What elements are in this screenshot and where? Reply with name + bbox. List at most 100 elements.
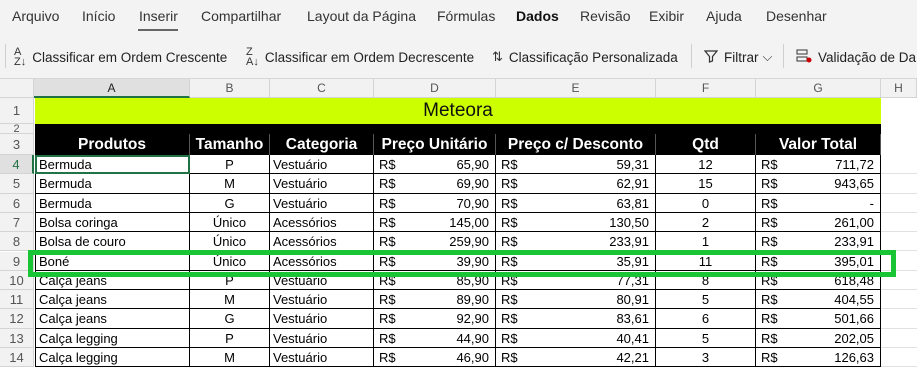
cell-valor-total[interactable]: R$ 501,66 — [756, 309, 881, 329]
cell-produto[interactable]: Bermuda — [35, 193, 190, 213]
header-categoria[interactable]: Categoria — [270, 134, 374, 155]
cell-empty[interactable] — [881, 194, 917, 213]
header-tamanho[interactable]: Tamanho — [190, 134, 270, 155]
cell-preco-unitario[interactable]: R$ 259,90 — [374, 232, 496, 252]
cell-preco-desconto[interactable]: R$ 233,91 — [496, 232, 656, 252]
cell-preco-desconto[interactable]: R$ 63,81 — [496, 193, 656, 213]
column-header-f[interactable]: F — [656, 79, 756, 98]
cell-produto[interactable]: Bolsa coringa — [35, 212, 190, 233]
cell-valor-total[interactable]: R$ 618,48 — [756, 270, 881, 291]
cell-preco-unitario[interactable]: R$ 65,90 — [374, 155, 496, 175]
cell-preco-unitario[interactable]: R$ 39,90 — [374, 251, 496, 271]
cell-qtd[interactable]: 15 — [656, 174, 756, 194]
sheet-title[interactable]: Meteora — [35, 98, 881, 124]
cell-qtd[interactable]: 5 — [656, 328, 756, 348]
row-header[interactable]: 3 — [0, 134, 34, 155]
cell-preco-desconto[interactable]: R$ 40,41 — [496, 328, 656, 348]
column-header-e[interactable]: E — [496, 79, 656, 98]
cell-preco-unitario[interactable]: R$ 145,00 — [374, 212, 496, 233]
cell-empty[interactable] — [881, 155, 917, 175]
select-all-corner[interactable] — [0, 79, 34, 98]
column-header-h[interactable]: H — [881, 79, 917, 98]
cell-valor-total[interactable]: R$ 395,01 — [756, 251, 881, 271]
cell-qtd[interactable]: 2 — [656, 212, 756, 233]
row-header[interactable]: 11 — [0, 290, 34, 310]
row-header[interactable]: 9 — [0, 251, 34, 271]
cell-empty[interactable] — [881, 329, 917, 348]
cell-preco-desconto[interactable]: R$ 35,91 — [496, 251, 656, 271]
cell-preco-unitario[interactable]: R$ 46,90 — [374, 348, 496, 367]
cell-preco-unitario[interactable]: R$ 44,90 — [374, 328, 496, 348]
cell-tamanho[interactable]: Único — [190, 251, 270, 271]
cell-qtd[interactable]: 8 — [656, 270, 756, 291]
cell-produto[interactable]: Calça legging — [35, 348, 190, 367]
cell-categoria[interactable]: Vestuário — [270, 328, 374, 348]
cell-preco-desconto[interactable]: R$ 42,21 — [496, 348, 656, 367]
menu-formulas[interactable]: Fórmulas — [437, 8, 495, 24]
row-header[interactable]: 14 — [0, 348, 34, 367]
cell-valor-total[interactable]: R$ 261,00 — [756, 212, 881, 233]
cell-produto[interactable]: Bermuda — [35, 174, 190, 194]
menu-dados[interactable]: Dados — [516, 8, 559, 24]
cell-preco-unitario[interactable]: R$ 85,90 — [374, 270, 496, 291]
cell-produto[interactable]: Bolsa de couro — [35, 232, 190, 252]
cell-valor-total[interactable]: R$ 202,05 — [756, 328, 881, 348]
cell-valor-total[interactable]: R$ 711,72 — [756, 155, 881, 175]
cell-categoria[interactable]: Vestuário — [270, 290, 374, 310]
data-validation-button[interactable]: Validação de Da — [796, 46, 916, 68]
filter-button[interactable]: Filtrar ⌵ — [703, 46, 772, 68]
menu-arquivo[interactable]: Arquivo — [12, 8, 59, 24]
cell-empty[interactable] — [881, 290, 917, 310]
menu-layout[interactable]: Layout da Página — [307, 8, 416, 24]
header-preco-desconto[interactable]: Preço c/ Desconto — [496, 134, 656, 155]
row-header[interactable]: 4 — [0, 155, 34, 175]
cell-qtd[interactable]: 11 — [656, 251, 756, 271]
row-header[interactable]: 12 — [0, 309, 34, 329]
cell-tamanho[interactable]: P — [190, 155, 270, 175]
cell-preco-unitario[interactable]: R$ 92,90 — [374, 309, 496, 329]
cell-preco-unitario[interactable]: R$ 69,90 — [374, 174, 496, 194]
cell-qtd[interactable]: 5 — [656, 290, 756, 310]
cell-preco-unitario[interactable]: R$ 70,90 — [374, 193, 496, 213]
row-header[interactable]: 8 — [0, 232, 34, 252]
cell-empty[interactable] — [881, 309, 917, 329]
header-qtd[interactable]: Qtd — [656, 134, 756, 155]
row-header[interactable]: 10 — [0, 270, 34, 291]
row-header[interactable]: 5 — [0, 174, 34, 194]
cell-qtd[interactable]: 0 — [656, 193, 756, 213]
cell-produto[interactable]: Calça jeans — [35, 270, 190, 291]
cell-valor-total[interactable]: R$ 404,55 — [756, 290, 881, 310]
cell-produto[interactable]: Calça jeans — [35, 290, 190, 310]
cell-valor-total[interactable]: R$ - — [756, 193, 881, 213]
cell-preco-desconto[interactable]: R$ 130,50 — [496, 212, 656, 233]
cell-tamanho[interactable]: P — [190, 270, 270, 291]
cell-categoria[interactable]: Vestuário — [270, 309, 374, 329]
cell-qtd[interactable]: 1 — [656, 232, 756, 252]
cell-produto[interactable]: Calça jeans — [35, 309, 190, 329]
cell-tamanho[interactable]: M — [190, 290, 270, 310]
row-header[interactable]: 6 — [0, 193, 34, 213]
column-header-b[interactable]: B — [190, 79, 270, 98]
cell-categoria[interactable]: Acessórios — [270, 212, 374, 233]
cell-categoria[interactable]: Vestuário — [270, 155, 374, 175]
cell-tamanho[interactable]: Único — [190, 212, 270, 233]
menu-inserir[interactable]: Inserir — [139, 8, 178, 24]
cell-empty[interactable] — [881, 213, 917, 233]
sort-ascending-button[interactable]: A Z↓ Classificar em Ordem Crescente — [14, 46, 227, 68]
cell-preco-desconto[interactable]: R$ 77,31 — [496, 270, 656, 291]
cell-empty[interactable] — [881, 174, 917, 194]
cell-produto[interactable]: Bermuda — [35, 155, 190, 175]
cell-categoria[interactable]: Vestuário — [270, 270, 374, 291]
cell-preco-desconto[interactable]: R$ 80,91 — [496, 290, 656, 310]
cell-categoria[interactable]: Vestuário — [270, 174, 374, 194]
cell-categoria[interactable]: Acessórios — [270, 232, 374, 252]
menu-inicio[interactable]: Início — [82, 8, 115, 24]
cell-preco-unitario[interactable]: R$ 89,90 — [374, 290, 496, 310]
cell-qtd[interactable]: 6 — [656, 309, 756, 329]
column-header-c[interactable]: C — [270, 79, 374, 98]
cell-tamanho[interactable]: M — [190, 174, 270, 194]
cell-preco-desconto[interactable]: R$ 62,91 — [496, 174, 656, 194]
sort-descending-button[interactable]: Z A↓ Classificar em Ordem Decrescente — [246, 46, 474, 68]
cell-tamanho[interactable]: P — [190, 328, 270, 348]
cell-categoria[interactable]: Vestuário — [270, 193, 374, 213]
